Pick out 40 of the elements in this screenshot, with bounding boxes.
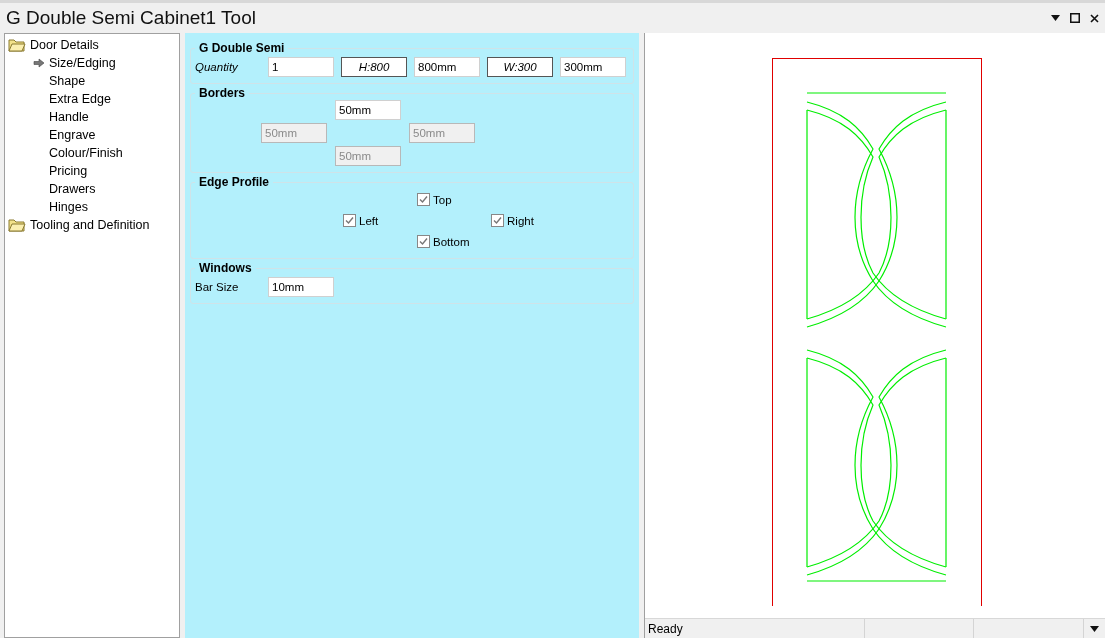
tree-item[interactable]: Shape bbox=[49, 74, 86, 88]
bar-size-label: Bar Size bbox=[195, 281, 240, 293]
group-title: G Double Semi bbox=[198, 41, 286, 55]
tree-item[interactable]: Extra Edge bbox=[49, 92, 111, 106]
group-title: Borders bbox=[198, 86, 247, 100]
checkmark-icon bbox=[419, 237, 429, 246]
bar-size-field[interactable]: 10mm bbox=[268, 277, 335, 297]
folder-icon bbox=[8, 38, 26, 52]
status-text: Ready bbox=[645, 619, 865, 638]
width-field[interactable]: 300mm bbox=[560, 57, 627, 77]
tree-item[interactable]: Size/Edging bbox=[49, 56, 116, 70]
width-label: W:300 bbox=[487, 57, 554, 77]
checkmark-icon bbox=[419, 195, 429, 204]
folder-icon bbox=[8, 218, 26, 232]
border-field[interactable]: 50mm bbox=[335, 100, 402, 120]
checkmark-icon bbox=[493, 216, 503, 225]
dropdown-icon[interactable] bbox=[1051, 15, 1060, 21]
dropdown-icon[interactable] bbox=[1090, 625, 1099, 632]
quantity-label: Quantity bbox=[195, 61, 239, 73]
checkbox[interactable]: Right bbox=[491, 214, 566, 227]
tree-item[interactable]: Hinges bbox=[49, 200, 88, 214]
tree-item[interactable]: Colour/Finish bbox=[49, 146, 123, 160]
maximize-icon[interactable] bbox=[1070, 13, 1080, 23]
group-title: Windows bbox=[198, 261, 253, 275]
quantity-field[interactable]: 1 bbox=[268, 57, 335, 77]
close-icon[interactable] bbox=[1090, 13, 1099, 23]
tree-item[interactable]: Handle bbox=[49, 110, 89, 124]
checkbox[interactable]: Left bbox=[343, 214, 418, 227]
height-label: H:800 bbox=[341, 57, 408, 77]
tree-item[interactable]: Drawers bbox=[49, 182, 96, 196]
height-field[interactable]: 800mm bbox=[414, 57, 481, 77]
tree-item[interactable]: Pricing bbox=[49, 164, 88, 178]
tree-item[interactable]: Tooling and Definition bbox=[30, 218, 150, 232]
checkmark-icon bbox=[345, 216, 355, 225]
tree-item[interactable]: Door Details bbox=[30, 38, 99, 52]
group-title: Edge Profile bbox=[198, 175, 271, 189]
tree-item[interactable]: Engrave bbox=[49, 128, 96, 142]
checkbox[interactable]: Bottom bbox=[417, 235, 492, 248]
window-title: G Double Semi Cabinet1 Tool bbox=[6, 7, 256, 29]
checkbox[interactable]: Top bbox=[417, 193, 492, 206]
